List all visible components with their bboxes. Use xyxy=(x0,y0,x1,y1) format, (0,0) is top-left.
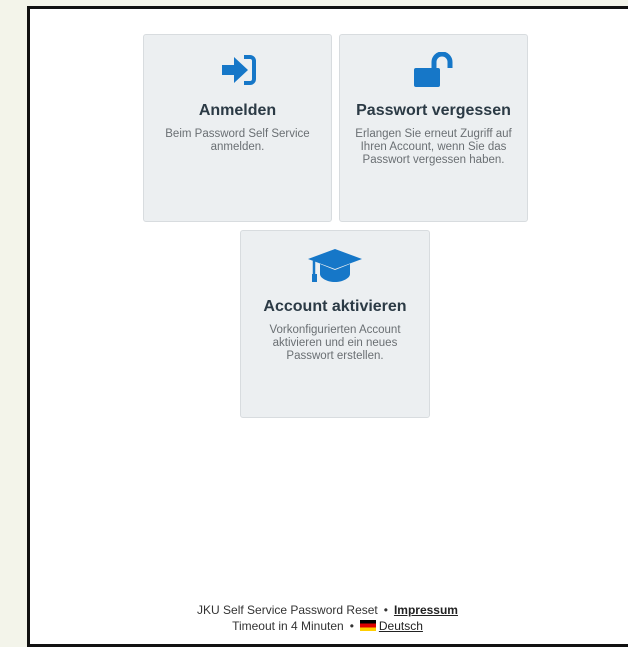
language-label: Deutsch xyxy=(378,619,423,633)
activate-account-tile-title: Account aktivieren xyxy=(263,298,407,315)
footer-line-1: JKU Self Service Password Reset • Impressu… xyxy=(27,603,628,617)
footer-line-2: Timeout in 4 Minuten • Deutsch xyxy=(27,619,628,633)
footer-timeout: Timeout in 4 Minuten xyxy=(232,619,344,633)
forgot-password-tile[interactable]: Passwort vergessen Erlangen Sie erneut Z… xyxy=(339,34,528,222)
footer-separator-2: • xyxy=(349,619,354,633)
unlock-icon xyxy=(340,49,527,91)
german-flag-icon xyxy=(359,620,376,631)
forgot-password-tile-title: Passwort vergessen xyxy=(356,102,511,119)
footer-app-name: JKU Self Service Password Reset xyxy=(197,603,378,617)
login-tile[interactable]: Anmelden Beim Password Self Service anme… xyxy=(143,34,332,222)
graduation-cap-icon xyxy=(241,245,429,287)
sign-in-icon xyxy=(144,49,331,91)
forgot-password-tile-description: Erlangen Sie erneut Zugriff auf Ihren Ac… xyxy=(355,128,512,166)
login-tile-title: Anmelden xyxy=(198,102,277,119)
activate-account-tile-description: Vorkonfigurierten Account aktivieren und… xyxy=(269,324,401,362)
activate-account-tile[interactable]: Account aktivieren Vorkonfigurierten Acc… xyxy=(240,230,430,418)
impressum-link[interactable]: Impressum xyxy=(394,603,458,617)
footer-separator: • xyxy=(383,603,388,617)
language-link[interactable]: Deutsch xyxy=(359,619,423,633)
login-tile-description: Beim Password Self Service anmelden. xyxy=(165,128,310,153)
